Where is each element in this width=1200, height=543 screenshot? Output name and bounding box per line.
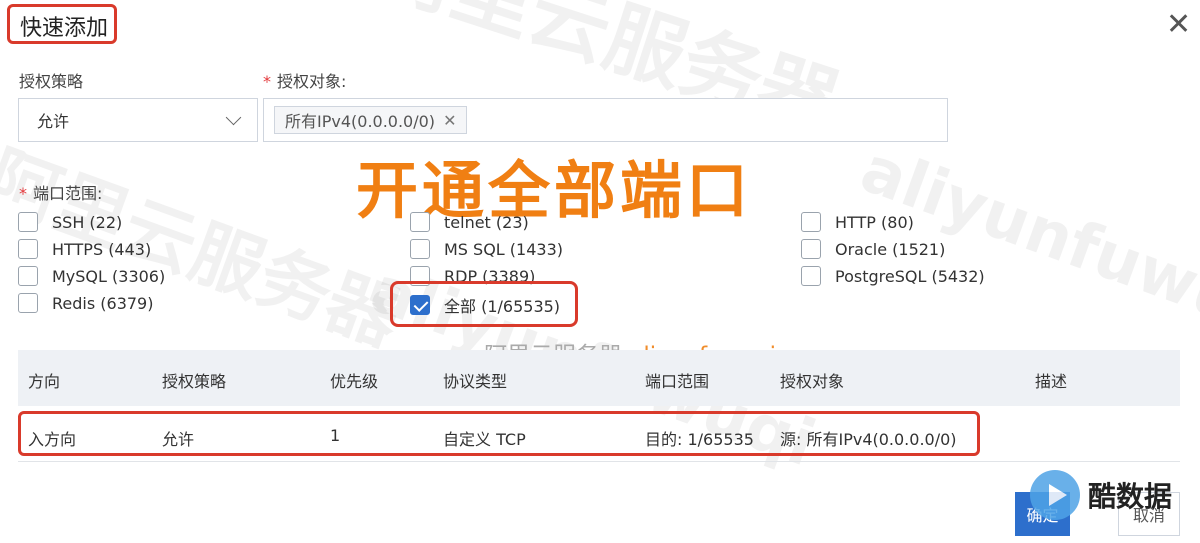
port-option[interactable]: MS SQL (1433) [410,239,563,259]
checkbox-icon[interactable] [410,212,430,232]
port-option-label: PostgreSQL (5432) [835,266,985,286]
port-label: 端口范围: [33,184,103,203]
port-option-label: SSH (22) [52,212,123,232]
target-tag: 所有IPv4(0.0.0.0/0) ✕ [274,106,468,134]
port-option-label: MySQL (3306) [52,266,166,286]
column-header: 授权对象 [780,372,845,391]
port-option[interactable]: PostgreSQL (5432) [801,266,985,286]
table-cell: 入方向 [28,430,77,449]
column-header: 方向 [28,372,61,391]
target-label: 授权对象: [277,72,347,91]
checkbox-icon[interactable] [801,239,821,259]
policy-select-value: 允许 [37,112,70,131]
required-asterisk: * [263,72,271,91]
remove-tag-icon[interactable]: ✕ [443,111,456,130]
port-option-label: HTTP (80) [835,212,914,232]
target-tag-label: 所有IPv4(0.0.0.0/0) [285,112,436,131]
table-cell: 自定义 TCP [443,430,526,449]
checkbox-icon[interactable] [410,239,430,259]
table-cell: 源: 所有IPv4(0.0.0.0/0) [780,430,957,449]
port-option-label: Redis (6379) [52,293,154,313]
port-option-label: telnet (23) [444,212,529,232]
target-label-wrap: * 授权对象: [263,68,346,92]
table-cell: 目的: 1/65535 [645,430,754,449]
brand-logo: 酷数据 [1030,470,1172,520]
port-option[interactable]: Redis (6379) [18,293,153,313]
checkbox-icon[interactable] [18,239,38,259]
table-cell: 允许 [162,430,195,449]
port-option[interactable]: SSH (22) [18,212,122,232]
port-option[interactable]: Oracle (1521) [801,239,945,259]
port-option[interactable]: telnet (23) [410,212,529,232]
port-option-label: MS SQL (1433) [444,239,563,259]
chevron-down-icon [225,109,242,125]
column-header: 授权策略 [162,372,227,391]
checkbox-icon[interactable] [18,293,38,313]
column-header: 优先级 [330,372,379,391]
logo-text: 酷数据 [1088,480,1173,513]
play-icon [1030,470,1080,520]
checkbox-icon[interactable] [801,266,821,286]
dialog-title: 快速添加 [20,16,109,41]
port-option[interactable]: MySQL (3306) [18,266,165,286]
checkbox-icon[interactable] [18,266,38,286]
close-icon[interactable]: ✕ [1166,10,1191,40]
required-asterisk: * [19,184,27,203]
checkbox-icon[interactable] [18,212,38,232]
row-divider [18,461,1180,462]
column-header: 端口范围 [645,372,710,391]
port-label-wrap: * 端口范围: [19,180,102,204]
policy-select[interactable]: 允许 [18,98,258,142]
port-option[interactable]: HTTPS (443) [18,239,151,259]
all-ports-highlight-box [390,281,578,327]
checkbox-icon[interactable] [801,212,821,232]
table-cell: 1 [330,426,341,445]
port-option-label: HTTPS (443) [52,239,152,259]
port-option[interactable]: HTTP (80) [801,212,914,232]
column-header: 协议类型 [443,372,508,391]
policy-label: 授权策略 [19,72,84,91]
target-input[interactable]: 所有IPv4(0.0.0.0/0) ✕ [263,98,948,142]
column-header: 描述 [1035,372,1068,391]
port-option-label: Oracle (1521) [835,239,946,259]
